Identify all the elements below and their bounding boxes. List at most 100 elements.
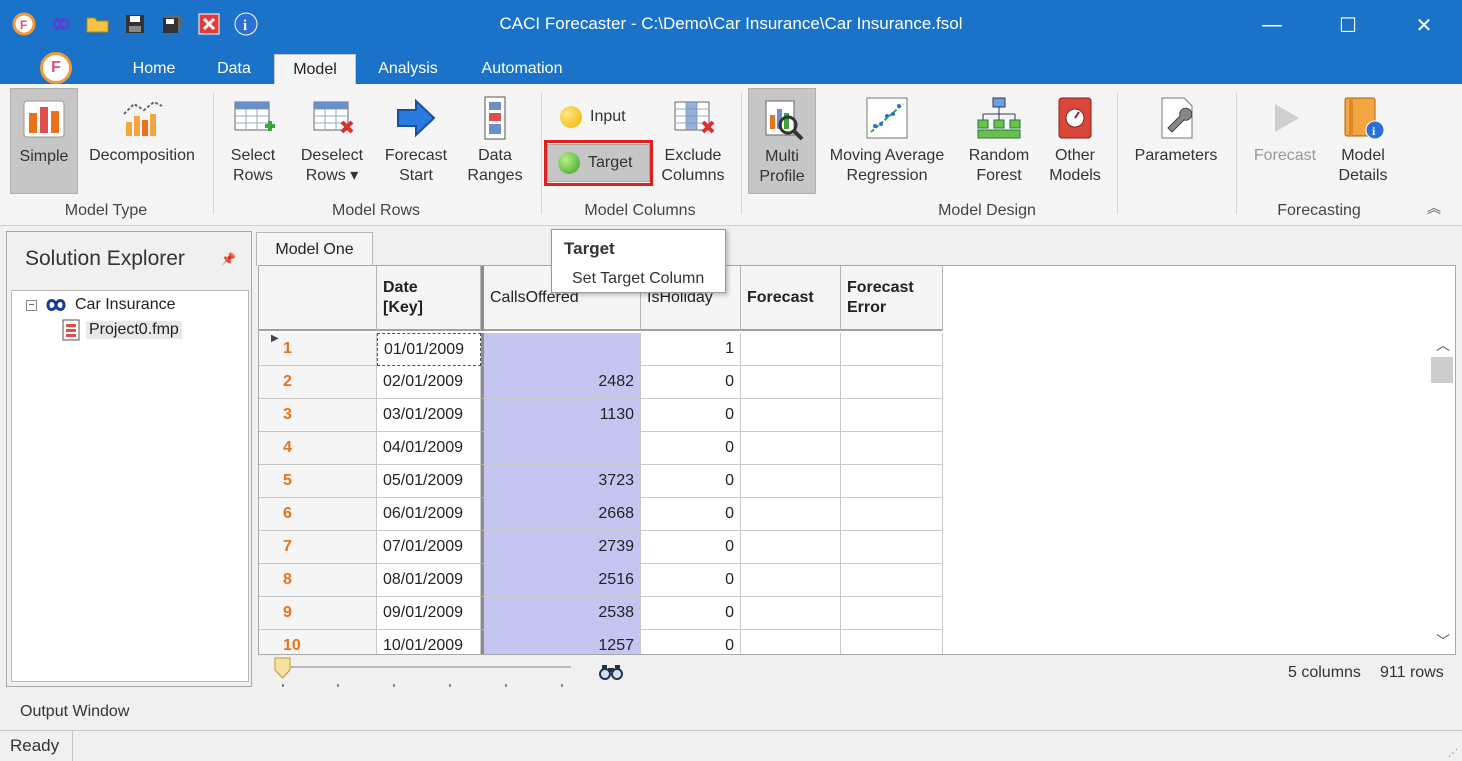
moving-average-regression-button[interactable]: Moving Average Regression (822, 88, 952, 194)
isholiday-cell[interactable]: 0 (641, 531, 741, 564)
table-row[interactable]: 6 06/01/2009 2668 0 (259, 498, 943, 531)
date-cell[interactable]: 10/01/2009 (377, 630, 481, 654)
collapse-expander-icon[interactable]: − (26, 299, 37, 311)
exclude-columns-button[interactable]: Exclude Columns (658, 88, 728, 194)
random-forest-button[interactable]: Random Forest (962, 88, 1036, 194)
table-row[interactable]: 10 10/01/2009 1257 0 (259, 630, 943, 654)
forecast-cell[interactable] (741, 531, 841, 564)
input-button[interactable]: Input (550, 102, 650, 132)
binoculars-icon[interactable] (598, 663, 624, 686)
other-models-button[interactable]: Other Models (1042, 88, 1108, 194)
table-row[interactable]: 1 ▶ 01/01/2009 1 (259, 333, 943, 366)
callsoffered-cell[interactable]: 3723 (481, 465, 641, 498)
date-cell[interactable]: 08/01/2009 (377, 564, 481, 597)
forecast-cell[interactable] (741, 498, 841, 531)
forecast-cell[interactable] (741, 564, 841, 597)
tree-node-car-insurance[interactable]: − Car Insurance (26, 296, 176, 314)
table-row[interactable]: 7 07/01/2009 2739 0 (259, 531, 943, 564)
parameters-button[interactable]: Parameters (1126, 88, 1226, 194)
forecast-error-cell[interactable] (841, 498, 943, 531)
forecast-error-cell[interactable] (841, 333, 943, 366)
tab-data[interactable]: Data (204, 54, 264, 84)
date-cell[interactable]: 05/01/2009 (377, 465, 481, 498)
scroll-down-icon[interactable]: ﹀ (1436, 631, 1450, 651)
data-ranges-button[interactable]: Data Ranges (462, 88, 528, 194)
tab-analysis[interactable]: Analysis (366, 54, 450, 84)
forecast-cell[interactable] (741, 432, 841, 465)
row-number[interactable]: 3 (259, 399, 377, 432)
callsoffered-cell[interactable]: 2739 (481, 531, 641, 564)
callsoffered-cell[interactable]: 2538 (481, 597, 641, 630)
forecast-cell[interactable] (741, 366, 841, 399)
decomposition-button[interactable]: Decomposition (84, 88, 200, 194)
forecast-error-cell[interactable] (841, 399, 943, 432)
forecast-cell[interactable] (741, 597, 841, 630)
row-number[interactable]: 7 (259, 531, 377, 564)
column-header-forecast-error[interactable]: Forecast Error (841, 266, 943, 331)
date-cell[interactable]: 06/01/2009 (377, 498, 481, 531)
tab-model-one[interactable]: Model One (256, 232, 373, 266)
forecast-error-cell[interactable] (841, 630, 943, 654)
callsoffered-cell[interactable] (481, 333, 641, 366)
table-row[interactable]: 4 04/01/2009 0 (259, 432, 943, 465)
isholiday-cell[interactable]: 0 (641, 564, 741, 597)
isholiday-cell[interactable]: 1 (641, 333, 741, 366)
table-row[interactable]: 2 02/01/2009 2482 0 (259, 366, 943, 399)
output-window-tab[interactable]: Output Window (20, 703, 129, 721)
forecast-error-cell[interactable] (841, 432, 943, 465)
forecast-start-button[interactable]: Forecast Start (378, 88, 454, 194)
row-number[interactable]: 5 (259, 465, 377, 498)
callsoffered-cell[interactable]: 1130 (481, 399, 641, 432)
isholiday-cell[interactable]: 0 (641, 630, 741, 654)
forecast-button[interactable]: Forecast (1244, 88, 1326, 194)
date-cell[interactable]: 03/01/2009 (377, 399, 481, 432)
multi-profile-button[interactable]: Multi Profile (748, 88, 816, 194)
row-number[interactable]: 6 (259, 498, 377, 531)
isholiday-cell[interactable]: 0 (641, 465, 741, 498)
forecast-error-cell[interactable] (841, 597, 943, 630)
forecast-error-cell[interactable] (841, 564, 943, 597)
row-number[interactable]: 4 (259, 432, 377, 465)
forecast-error-cell[interactable] (841, 465, 943, 498)
row-number[interactable]: 10 (259, 630, 377, 654)
model-details-button[interactable]: i Model Details (1330, 88, 1396, 194)
scroll-up-icon[interactable]: ︿ (1436, 335, 1450, 355)
tab-model[interactable]: Model (274, 54, 356, 84)
pin-icon[interactable]: 📌 (221, 252, 236, 266)
forecast-error-cell[interactable] (841, 531, 943, 564)
column-header-forecast[interactable]: Forecast (741, 266, 841, 331)
collapse-ribbon-icon[interactable]: ︽ (1427, 198, 1441, 218)
table-row[interactable]: 8 08/01/2009 2516 0 (259, 564, 943, 597)
deselect-rows-button[interactable]: Deselect Rows ▾ (294, 88, 370, 194)
tab-automation[interactable]: Automation (468, 54, 576, 84)
simple-button[interactable]: Simple (10, 88, 78, 194)
forecast-cell[interactable] (741, 630, 841, 654)
isholiday-cell[interactable]: 0 (641, 366, 741, 399)
forecast-cell[interactable] (741, 465, 841, 498)
row-number[interactable]: 9 (259, 597, 377, 630)
minimize-button[interactable]: — (1234, 0, 1310, 50)
forecast-cell[interactable] (741, 333, 841, 366)
date-cell[interactable]: 09/01/2009 (377, 597, 481, 630)
callsoffered-cell[interactable]: 1257 (481, 630, 641, 654)
vertical-scrollbar[interactable]: ︿ ﹀ (1429, 331, 1455, 654)
forecast-error-cell[interactable] (841, 366, 943, 399)
table-row[interactable]: 5 05/01/2009 3723 0 (259, 465, 943, 498)
row-number[interactable]: 8 (259, 564, 377, 597)
callsoffered-cell[interactable] (481, 432, 641, 465)
forecast-cell[interactable] (741, 399, 841, 432)
date-cell[interactable]: 01/01/2009 (377, 333, 481, 366)
resize-grip-icon[interactable]: ⋰ (1448, 748, 1458, 759)
row-number[interactable]: 2 (259, 366, 377, 399)
date-cell[interactable]: 04/01/2009 (377, 432, 481, 465)
app-menu-logo[interactable]: F (40, 52, 72, 84)
isholiday-cell[interactable]: 0 (641, 498, 741, 531)
callsoffered-cell[interactable]: 2482 (481, 366, 641, 399)
column-header-date[interactable]: Date [Key] (377, 266, 481, 331)
date-cell[interactable]: 02/01/2009 (377, 366, 481, 399)
scroll-thumb[interactable] (1431, 357, 1453, 383)
date-cell[interactable]: 07/01/2009 (377, 531, 481, 564)
isholiday-cell[interactable]: 0 (641, 597, 741, 630)
table-row[interactable]: 9 09/01/2009 2538 0 (259, 597, 943, 630)
zoom-slider-track[interactable] (283, 666, 571, 668)
